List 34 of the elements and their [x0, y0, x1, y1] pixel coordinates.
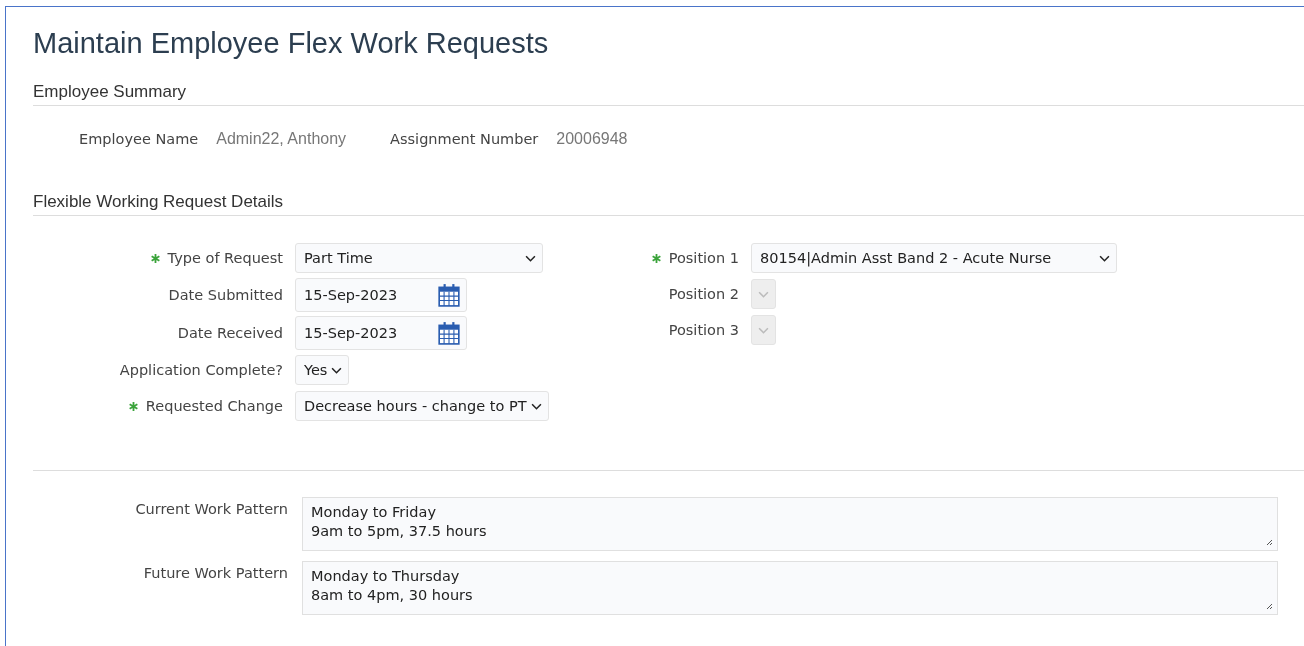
field-label: Employee Name [79, 131, 199, 147]
dropdown[interactable]: Yes [295, 355, 350, 385]
field-label: Position 2 [668, 286, 739, 302]
text-area[interactable]: Monday to Thursday 8am to 4pm, 30 hours [302, 561, 1278, 615]
caret-icon [530, 402, 542, 410]
text-area[interactable]: Monday to Friday 9am to 5pm, 37.5 hours [302, 497, 1278, 551]
caret-icon [525, 254, 536, 262]
field-label: Position 3 [668, 322, 739, 338]
dropdown[interactable]: Decrease hours - change to PT [295, 391, 549, 421]
dropdown[interactable]: Part Time [295, 243, 543, 273]
calendar-icon[interactable] [438, 283, 460, 307]
section-heading: Employee Summary [33, 82, 1304, 106]
caret-icon [331, 366, 343, 374]
field-label: Application Complete? [119, 362, 283, 378]
field-label: Date Received [177, 325, 283, 341]
field-label: Date Submitted [168, 287, 283, 303]
field-label: Assignment Number [390, 131, 539, 147]
field-value: 20006948 [556, 130, 628, 148]
field-label: Type of Request [167, 250, 283, 266]
field-label: Position 1 [668, 250, 739, 266]
caret-icon [758, 326, 769, 334]
field-label: Current Work Pattern [134, 500, 288, 517]
caret-icon [1099, 254, 1110, 262]
resize-handle-icon[interactable] [1265, 602, 1273, 610]
field-label: Future Work Pattern [142, 564, 288, 581]
date-field[interactable]: 15-Sep-2023 [295, 278, 467, 312]
date-field[interactable]: 15-Sep-2023 [295, 316, 467, 350]
resize-handle-icon[interactable] [1265, 538, 1273, 546]
caret-icon [758, 290, 769, 298]
dropdown[interactable]: 80154|Admin Asst Band 2 - Acute Nurse [751, 243, 1117, 273]
page-title: Maintain Employee Flex Work Requests [33, 27, 550, 60]
calendar-icon[interactable] [438, 321, 460, 345]
section-heading: Flexible Working Request Details [33, 192, 1304, 216]
field-label: Requested Change [145, 398, 283, 414]
